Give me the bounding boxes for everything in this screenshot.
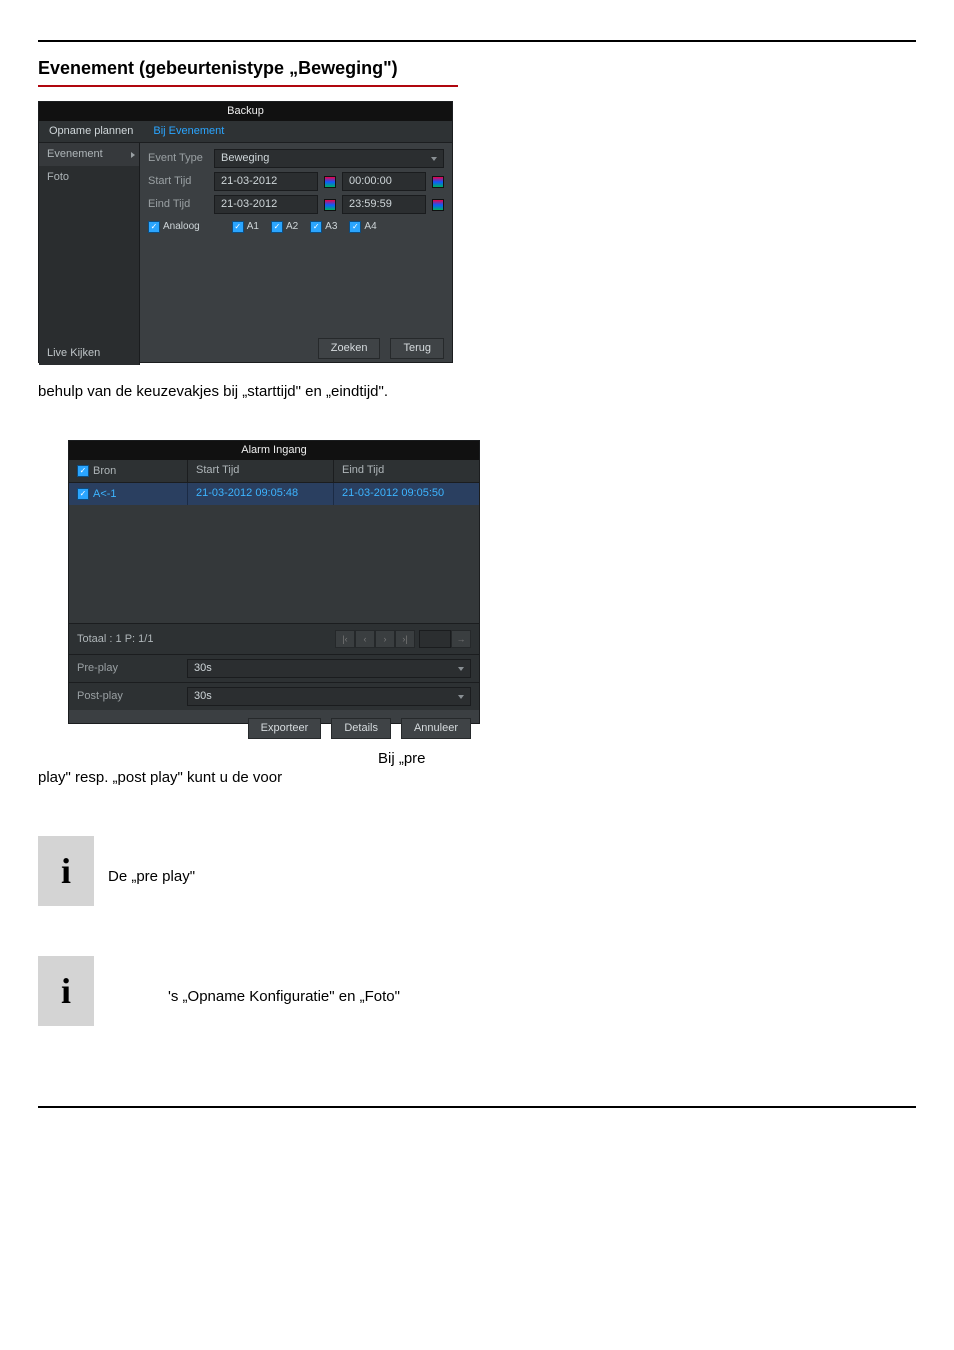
fragment-right: Bij „pre	[378, 750, 916, 767]
input-eind-time[interactable]: 23:59:59	[342, 195, 426, 214]
time-picker-icon[interactable]	[432, 176, 444, 188]
tab-bij-evenement[interactable]: Bij Evenement	[143, 121, 234, 142]
paragraph-1: behulp van de keuzevakjes bij „starttijd…	[38, 383, 916, 400]
table-row[interactable]: ✓ A<-1 21-03-2012 09:05:48 21-03-2012 09:…	[69, 483, 479, 505]
select-post-play[interactable]: 30s	[187, 687, 471, 706]
sidebar-item-live-kijken[interactable]: Live Kijken	[39, 342, 139, 365]
calendar-icon[interactable]	[324, 176, 336, 188]
checkbox-bron-header[interactable]: ✓	[77, 465, 89, 477]
pager-prev[interactable]: ‹	[355, 630, 375, 648]
details-button[interactable]: Details	[331, 718, 391, 739]
paragraph-2: play" resp. „post play" kunt u de voor	[38, 769, 916, 786]
zoeken-button[interactable]: Zoeken	[318, 338, 381, 359]
tab-opname-plannen[interactable]: Opname plannen	[39, 121, 143, 142]
pager-first[interactable]: |‹	[335, 630, 355, 648]
col-eind: Eind Tijd	[334, 460, 479, 482]
checkbox-a1[interactable]: ✓	[232, 221, 244, 233]
pager-last[interactable]: ›|	[395, 630, 415, 648]
select-pre-play[interactable]: 30s	[187, 659, 471, 678]
info-icon: i	[38, 956, 94, 1026]
time-picker-icon[interactable]	[432, 199, 444, 211]
label-a2: A2	[286, 222, 298, 232]
col-start: Start Tijd	[188, 460, 334, 482]
label-analoog: Analoog	[163, 222, 200, 232]
checkbox-analoog[interactable]: ✓	[148, 221, 160, 233]
label-a4: A4	[364, 222, 376, 232]
input-start-time[interactable]: 00:00:00	[342, 172, 426, 191]
checkbox-a2[interactable]: ✓	[271, 221, 283, 233]
checkbox-row[interactable]: ✓	[77, 488, 89, 500]
select-event-type[interactable]: Beweging	[214, 149, 444, 168]
label-event-type: Event Type	[148, 153, 208, 164]
chevron-down-icon	[458, 695, 464, 699]
input-eind-date[interactable]: 21-03-2012	[214, 195, 318, 214]
col-bron[interactable]: ✓Bron	[69, 460, 188, 482]
label-post-play: Post-play	[77, 691, 187, 702]
terug-button[interactable]: Terug	[390, 338, 444, 359]
checkbox-a4[interactable]: ✓	[349, 221, 361, 233]
info-box-1: i De „pre play"	[38, 836, 916, 906]
label-pre-play: Pre-play	[77, 663, 187, 674]
cell-start: 21-03-2012 09:05:48	[188, 483, 334, 505]
pager: |‹ ‹ › ›| →	[335, 630, 471, 648]
input-start-date[interactable]: 21-03-2012	[214, 172, 318, 191]
chevron-down-icon	[458, 667, 464, 671]
screenshot-alarm-ingang: Alarm Ingang ✓Bron Start Tijd Eind Tijd …	[68, 440, 480, 724]
checkbox-a3[interactable]: ✓	[310, 221, 322, 233]
exporteer-button[interactable]: Exporteer	[248, 718, 322, 739]
annuleer-button[interactable]: Annuleer	[401, 718, 471, 739]
window-title: Backup	[39, 102, 452, 121]
cell-eind: 21-03-2012 09:05:50	[334, 483, 479, 505]
label-a1: A1	[247, 222, 259, 232]
label-start-tijd: Start Tijd	[148, 176, 208, 187]
sidebar-item-evenement[interactable]: Evenement	[39, 143, 139, 166]
calendar-icon[interactable]	[324, 199, 336, 211]
window-title-2: Alarm Ingang	[69, 441, 479, 460]
pager-go[interactable]: →	[451, 630, 471, 648]
page-title: Evenement (gebeurtenistype „Beweging")	[38, 58, 916, 79]
screenshot-backup: Backup Opname plannen Bij Evenement Even…	[38, 101, 453, 363]
label-eind-tijd: Eind Tijd	[148, 199, 208, 210]
pager-input[interactable]	[419, 630, 451, 648]
info-icon: i	[38, 836, 94, 906]
label-a3: A3	[325, 222, 337, 232]
chevron-down-icon	[431, 157, 437, 161]
accent-rule	[38, 85, 458, 87]
list-empty-area	[69, 505, 479, 623]
info-box-2: i 's „Opname Konfiguratie" en „Foto"	[38, 956, 916, 1026]
pager-next[interactable]: ›	[375, 630, 395, 648]
pager-total: Totaal : 1 P: 1/1	[77, 634, 153, 645]
sidebar-item-foto[interactable]: Foto	[39, 166, 139, 189]
info-text-1: De „pre play"	[108, 858, 195, 885]
info-text-2: 's „Opname Konfiguratie" en „Foto"	[108, 978, 400, 1005]
cell-bron: A<-1	[93, 489, 117, 500]
